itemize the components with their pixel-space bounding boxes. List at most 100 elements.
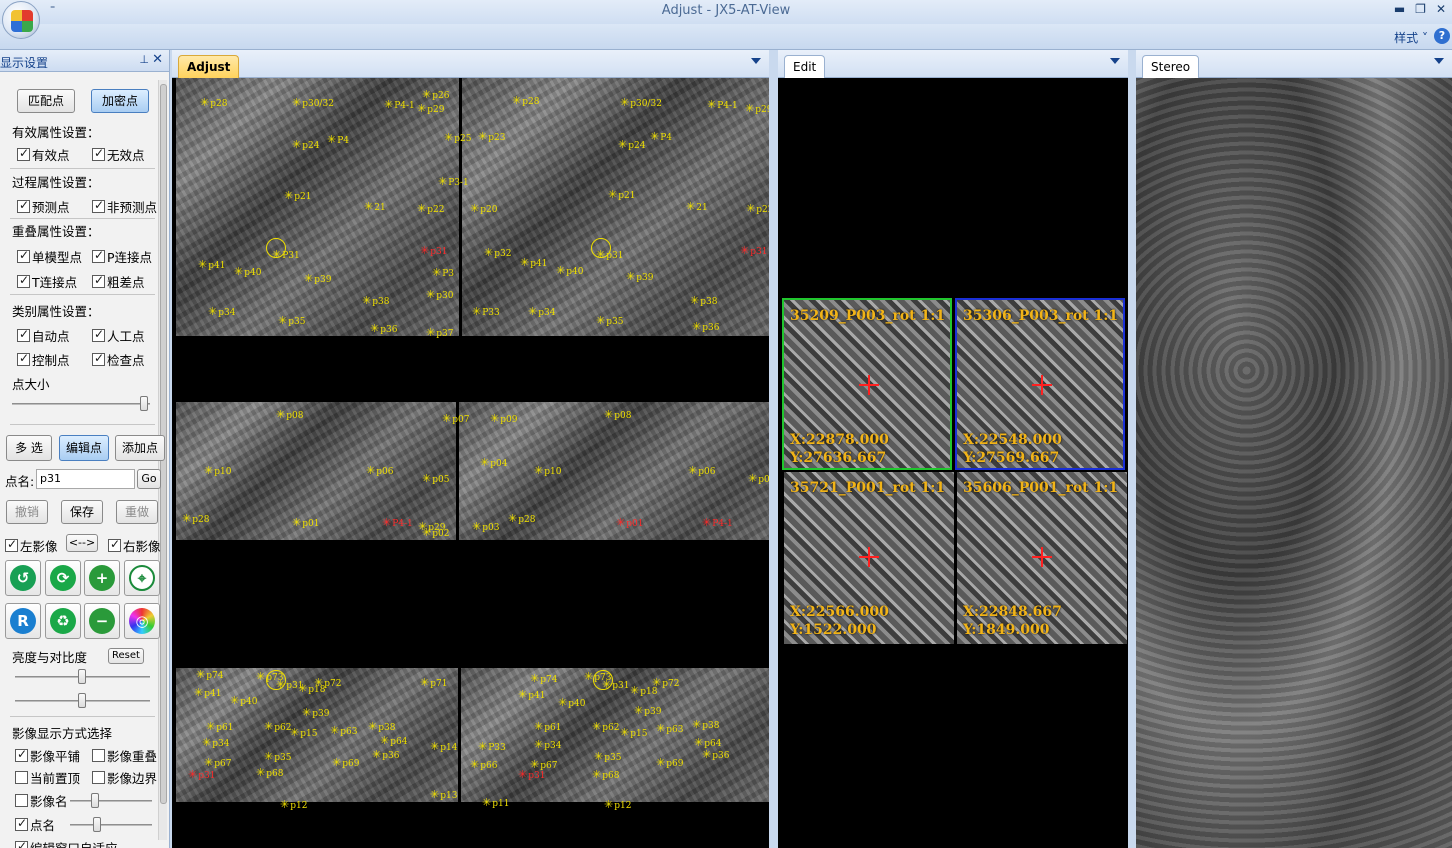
- point-name-input[interactable]: p31: [36, 469, 135, 489]
- tie-point-marker[interactable]: p31: [420, 244, 447, 257]
- swap-images-button[interactable]: <-->: [66, 534, 98, 552]
- tie-point-marker[interactable]: p39: [304, 272, 331, 285]
- rotate-left-tool[interactable]: ↺: [5, 560, 41, 596]
- tie-point-marker[interactable]: p41: [198, 258, 225, 271]
- tie-point-marker[interactable]: p34: [208, 305, 235, 318]
- image-chip[interactable]: 35306_P003_rot 1:1 X:22548.000 Y:27569.6…: [955, 298, 1125, 470]
- image-tile-checkbox[interactable]: 影像平铺: [15, 746, 80, 765]
- tie-point-marker[interactable]: p13: [430, 788, 457, 801]
- point-name-checkbox[interactable]: 点名: [15, 815, 55, 834]
- refresh-tool[interactable]: ⟳: [45, 560, 81, 596]
- tab-adjust[interactable]: Adjust: [178, 55, 240, 78]
- tie-point-marker[interactable]: P4: [327, 133, 349, 146]
- tie-point-marker[interactable]: p28: [200, 96, 227, 109]
- zoom-out-tool[interactable]: −: [84, 603, 120, 639]
- tie-point-marker[interactable]: P4-1: [384, 98, 415, 111]
- tie-point-marker[interactable]: p40: [234, 265, 261, 278]
- tie-point-marker[interactable]: p14: [430, 740, 457, 753]
- view-splitter[interactable]: [1128, 50, 1136, 848]
- invalid-point-checkbox[interactable]: 无效点: [92, 145, 145, 164]
- tie-point-marker[interactable]: p36: [702, 748, 729, 761]
- maximize-button[interactable]: ❐: [1415, 2, 1426, 16]
- tie-point-marker[interactable]: p23: [478, 130, 505, 143]
- right-image-checkbox[interactable]: 右影像: [108, 536, 161, 555]
- tie-point-marker[interactable]: p38: [690, 294, 717, 307]
- tie-point-marker[interactable]: p10: [534, 464, 561, 477]
- tie-point-marker[interactable]: p69: [332, 756, 359, 769]
- tie-point-marker[interactable]: p04: [480, 456, 507, 469]
- tie-point-marker[interactable]: P4: [650, 130, 672, 143]
- left-image-checkbox[interactable]: 左影像: [5, 536, 58, 555]
- tie-point-marker[interactable]: p40: [558, 696, 585, 709]
- tie-point-marker[interactable]: P4-1: [702, 516, 733, 529]
- tie-point-marker[interactable]: p41: [194, 686, 221, 699]
- edit-window-adapt-checkbox[interactable]: 编辑窗口自适应: [15, 838, 118, 848]
- tie-point-marker[interactable]: p31: [518, 768, 545, 781]
- gross-error-point-checkbox[interactable]: 粗差点: [92, 272, 145, 291]
- tie-point-marker[interactable]: p68: [592, 768, 619, 781]
- rotate-right-tool[interactable]: R: [5, 603, 41, 639]
- tie-point-marker[interactable]: p69: [656, 756, 683, 769]
- tie-point-marker[interactable]: p01: [616, 516, 643, 529]
- tie-point-marker[interactable]: p11: [482, 796, 509, 809]
- image-chip[interactable]: 35606_P001_rot 1:1 X:22848.667 Y:1849.00…: [957, 472, 1127, 644]
- tie-point-marker[interactable]: p39: [634, 704, 661, 717]
- tie-point-marker[interactable]: p02: [422, 526, 449, 539]
- tie-point-marker[interactable]: p74: [530, 672, 557, 685]
- tie-point-marker[interactable]: p63: [656, 722, 683, 735]
- tie-point-marker[interactable]: p30: [426, 288, 453, 301]
- tie-point-marker[interactable]: p12: [604, 798, 631, 811]
- tie-point-marker[interactable]: P33: [472, 305, 500, 318]
- tie-point-marker[interactable]: 21: [686, 200, 707, 213]
- view-splitter[interactable]: [769, 50, 778, 848]
- t-tie-point-checkbox[interactable]: T连接点: [17, 272, 77, 291]
- tie-point-marker[interactable]: P3-1: [438, 175, 469, 188]
- tie-point-marker[interactable]: p66: [470, 758, 497, 771]
- edit-point-button[interactable]: 编辑点: [59, 435, 109, 461]
- app-menu-button[interactable]: [2, 1, 40, 39]
- undo-button[interactable]: 撤销: [6, 500, 48, 524]
- image-name-checkbox[interactable]: 影像名: [15, 791, 68, 810]
- tie-point-marker[interactable]: p28: [182, 512, 209, 525]
- chevron-down-icon[interactable]: [1110, 58, 1120, 64]
- tie-point-marker[interactable]: 21: [364, 200, 385, 213]
- tie-point-marker[interactable]: p71: [420, 676, 447, 689]
- tie-point-marker[interactable]: p28: [508, 512, 535, 525]
- tie-point-marker[interactable]: p62: [592, 720, 619, 733]
- tab-stereo[interactable]: Stereo: [1142, 55, 1200, 78]
- non-predicted-point-checkbox[interactable]: 非预测点: [92, 197, 157, 216]
- tie-point-marker[interactable]: P4-1: [382, 516, 413, 529]
- tie-point-marker[interactable]: p22: [417, 202, 444, 215]
- adjust-view[interactable]: Adjust p28p26p30/32P4-1p29P4p24p25P3-1p2…: [172, 50, 769, 848]
- point-size-slider[interactable]: [12, 403, 150, 405]
- tie-point-marker[interactable]: p21: [284, 189, 311, 202]
- tie-point-marker[interactable]: p29: [417, 102, 444, 115]
- image-name-size-thumb[interactable]: [91, 793, 99, 808]
- tie-point-marker[interactable]: p12: [280, 798, 307, 811]
- tie-point-marker[interactable]: p30/32: [292, 96, 334, 109]
- tie-point-marker[interactable]: p34: [534, 738, 561, 751]
- reset-view-tool[interactable]: ♻: [45, 603, 81, 639]
- tie-point-marker[interactable]: p64: [380, 734, 407, 747]
- chevron-down-icon[interactable]: [1434, 58, 1444, 64]
- tie-point-marker[interactable]: p31: [602, 678, 629, 691]
- tie-point-marker[interactable]: p38: [692, 718, 719, 731]
- tie-point-marker[interactable]: p20: [470, 202, 497, 215]
- tie-point-marker[interactable]: p06: [688, 464, 715, 477]
- match-points-button[interactable]: 匹配点: [17, 89, 75, 113]
- minimize-button[interactable]: ▬: [1394, 2, 1405, 16]
- tie-point-marker[interactable]: p03: [472, 520, 499, 533]
- tie-point-marker[interactable]: p61: [206, 720, 233, 733]
- tie-point-marker[interactable]: p15: [290, 726, 317, 739]
- tie-point-marker[interactable]: p35: [596, 314, 623, 327]
- control-point-checkbox[interactable]: 控制点: [17, 350, 70, 369]
- densify-points-button[interactable]: 加密点: [91, 89, 149, 113]
- tie-point-marker[interactable]: p72: [314, 676, 341, 689]
- predicted-point-checkbox[interactable]: 预测点: [17, 197, 70, 216]
- tie-point-marker[interactable]: p39: [302, 706, 329, 719]
- point-size-slider-thumb[interactable]: [140, 396, 148, 411]
- tie-point-marker[interactable]: P31: [272, 248, 300, 261]
- tie-point-marker[interactable]: p36: [692, 320, 719, 333]
- go-button[interactable]: Go: [137, 469, 161, 489]
- tie-point-marker[interactable]: p05: [748, 472, 769, 485]
